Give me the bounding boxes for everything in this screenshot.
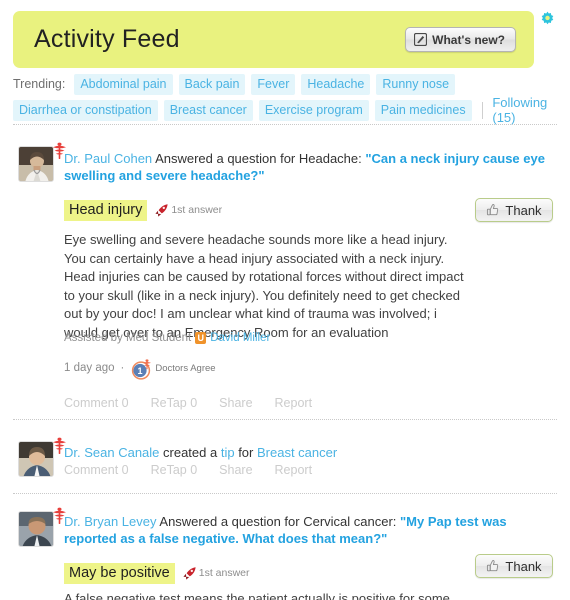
- answer-title-row: Head injury 1st answer: [64, 199, 484, 221]
- trending-pill-exercise-program[interactable]: Exercise program: [258, 99, 369, 121]
- avatar-wrapper-1: [18, 142, 66, 182]
- feed-item-2-actions: Comment 0 ReTap 0 Share Report: [64, 463, 312, 477]
- feed-item-2-headline: Dr. Sean Canale created a tip for Breast…: [64, 444, 554, 461]
- tip-link[interactable]: tip: [221, 445, 235, 460]
- retap-action[interactable]: ReTap 0: [151, 396, 198, 410]
- med-student-badge-icon: U: [195, 332, 207, 344]
- action-text: Answered a question for Headache:: [152, 151, 366, 166]
- trending-label: Trending:: [13, 77, 66, 91]
- feed-item-1-assisted: Assisted by Med Student U David Miller: [64, 332, 484, 344]
- comment-action[interactable]: Comment 0: [64, 463, 129, 477]
- retap-action[interactable]: ReTap 0: [151, 463, 198, 477]
- thank-label: Thank: [505, 202, 542, 218]
- trending-pill-fever[interactable]: Fever: [251, 73, 296, 95]
- page-title: Activity Feed: [34, 25, 180, 53]
- trending-pill-pain-medicines[interactable]: Pain medicines: [374, 99, 472, 121]
- thank-button-3[interactable]: Thank: [475, 554, 553, 578]
- share-action[interactable]: Share: [219, 396, 252, 410]
- thumbs-up-icon: [486, 559, 500, 573]
- trending-section: Trending: Abdominal pain Back pain Fever…: [13, 72, 557, 125]
- assisted-prefix: Assisted by Med Student: [64, 332, 192, 344]
- trending-pill-back-pain[interactable]: Back pain: [178, 73, 246, 95]
- avatar[interactable]: [18, 441, 54, 477]
- share-action[interactable]: Share: [219, 463, 252, 477]
- rocket-icon: [154, 203, 169, 218]
- comment-action[interactable]: Comment 0: [64, 396, 129, 410]
- meta-dot: ·: [120, 362, 125, 374]
- feed-item-1-body: Eye swelling and severe headache sounds …: [64, 232, 464, 340]
- trending-pill-diarrhea-or-constipation[interactable]: Diarrhea or constipation: [13, 99, 158, 121]
- thank-button-1[interactable]: Thank: [475, 198, 553, 222]
- trending-row-2: Diarrhea or constipation Breast cancer E…: [13, 95, 557, 125]
- first-answer-label: 1st answer: [198, 567, 250, 579]
- answer-title[interactable]: Head injury: [64, 199, 148, 221]
- action-text: Answered a question for Cervical cancer:: [156, 514, 401, 529]
- thank-label: Thank: [505, 558, 542, 574]
- separator-1: [13, 419, 557, 420]
- trending-pill-abdominal-pain[interactable]: Abdominal pain: [74, 73, 173, 95]
- separator-2: [13, 493, 557, 494]
- first-answer-badge: 1st answer: [154, 203, 222, 218]
- trending-row-1: Trending: Abdominal pain Back pain Fever…: [13, 72, 557, 96]
- action-text-pre: created a: [159, 445, 221, 460]
- thumbs-up-icon: [486, 203, 500, 217]
- first-answer-label: 1st answer: [171, 204, 223, 216]
- report-action[interactable]: Report: [275, 396, 313, 410]
- trending-pill-breast-cancer[interactable]: Breast cancer: [163, 99, 253, 121]
- avatar-wrapper-2: [18, 437, 66, 477]
- feed-item-3-answer: May be positive 1st answer: [64, 562, 484, 584]
- avatar-wrapper-3: [18, 507, 66, 547]
- activity-feed-page: Activity Feed What's new? Trending: Abdo…: [0, 0, 570, 600]
- feed-item-1-meta: 1 day ago · 1 Doctors Agree: [64, 357, 484, 380]
- author-link[interactable]: Dr. Sean Canale: [64, 445, 159, 460]
- divider: [481, 101, 483, 119]
- whats-new-button[interactable]: What's new?: [405, 27, 516, 52]
- avatar[interactable]: [18, 511, 54, 547]
- rocket-icon: [182, 566, 197, 581]
- doctors-agree-label: Doctors Agree: [155, 362, 216, 374]
- topic-link[interactable]: Breast cancer: [257, 445, 337, 460]
- first-answer-badge: 1st answer: [182, 566, 250, 581]
- whats-new-label: What's new?: [432, 32, 505, 47]
- trending-pill-headache[interactable]: Headache: [301, 73, 371, 95]
- feed-item-3-body: A false negative test means the patient …: [64, 591, 450, 600]
- timestamp: 1 day ago: [64, 362, 115, 374]
- author-link[interactable]: Dr. Paul Cohen: [64, 151, 152, 166]
- feed-item-1-headline: Dr. Paul Cohen Answered a question for H…: [64, 150, 554, 184]
- doctors-agree-ring-icon: 1: [130, 357, 152, 380]
- doctors-agree-badge[interactable]: 1 Doctors Agree: [130, 357, 216, 380]
- report-action[interactable]: Report: [275, 463, 313, 477]
- feed-item-3-headline: Dr. Bryan Levey Answered a question for …: [64, 513, 554, 547]
- separator-top: [13, 124, 557, 125]
- page-header: Activity Feed What's new?: [13, 11, 534, 68]
- svg-text:1: 1: [138, 366, 143, 376]
- trending-pill-runny-nose[interactable]: Runny nose: [376, 73, 456, 95]
- answer-title[interactable]: May be positive: [64, 562, 175, 584]
- gear-icon[interactable]: [539, 11, 556, 28]
- avatar[interactable]: [18, 146, 54, 182]
- following-link[interactable]: Following (15): [492, 95, 557, 125]
- feed-item-1-answer: Head injury 1st answer: [64, 199, 484, 221]
- author-link[interactable]: Dr. Bryan Levey: [64, 514, 157, 529]
- feed-item-1-actions: Comment 0 ReTap 0 Share Report: [64, 396, 312, 410]
- assisted-name-link[interactable]: David Miller: [210, 332, 270, 344]
- action-text-mid: for: [234, 445, 257, 460]
- compose-pencil-icon: [414, 32, 428, 47]
- answer-title-row: May be positive 1st answer: [64, 562, 484, 584]
